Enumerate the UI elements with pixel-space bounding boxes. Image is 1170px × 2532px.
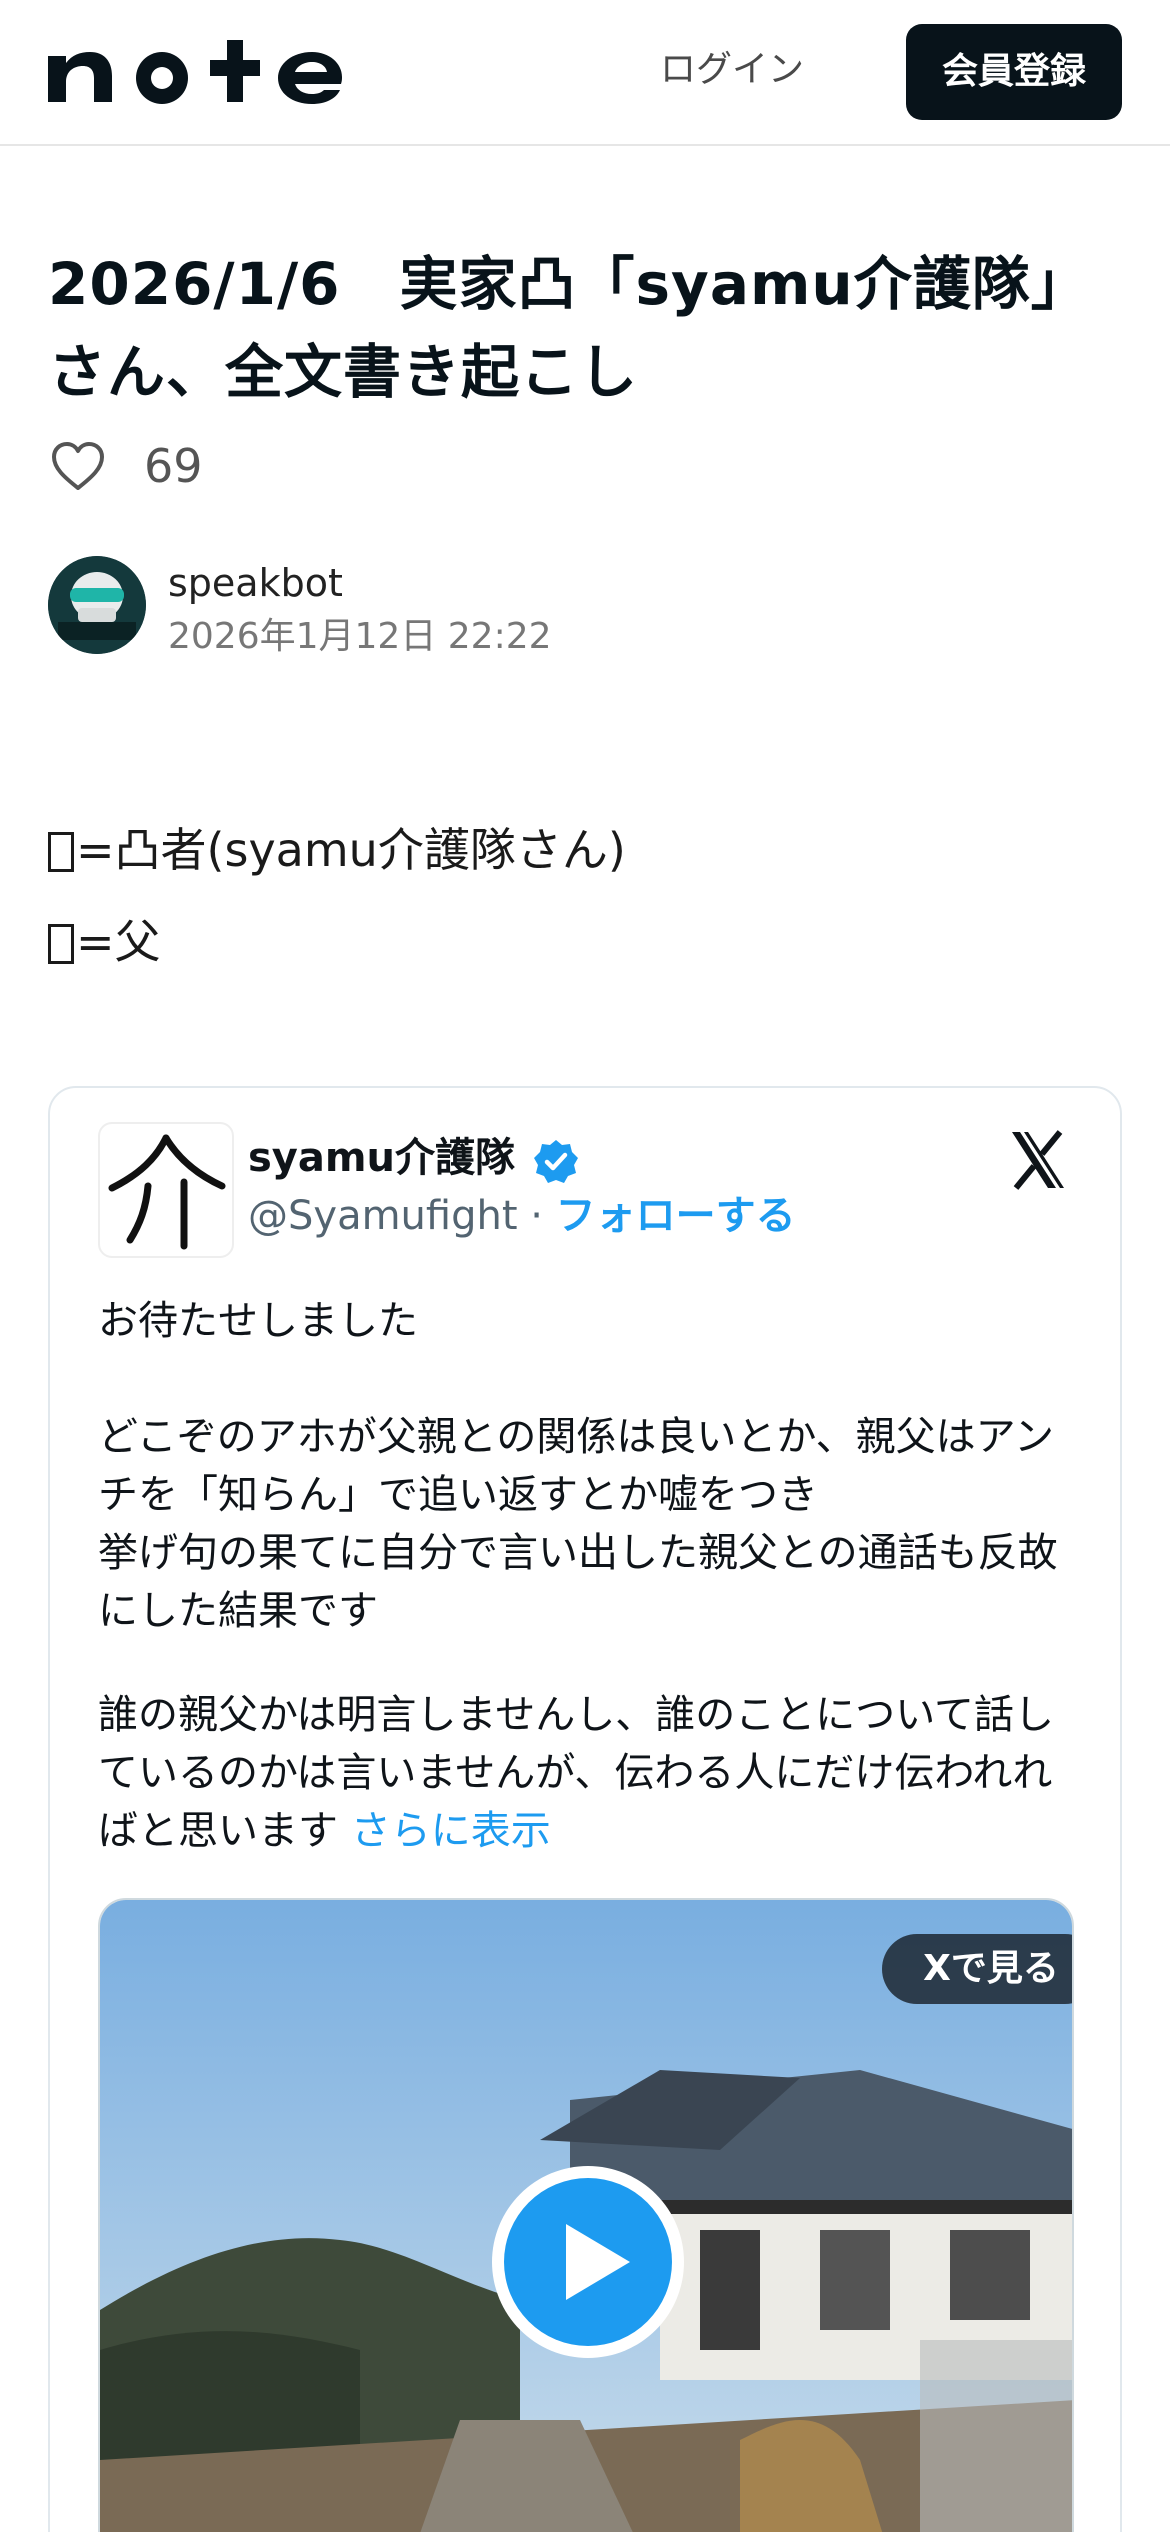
publish-date: 2026年1月12日 22:22 <box>168 616 552 657</box>
tweet-author-name[interactable]: syamu介護隊 <box>248 1130 515 1186</box>
note-logo-icon[interactable] <box>44 36 344 108</box>
author-avatar[interactable] <box>48 556 146 654</box>
view-on-x-button[interactable]: Xで見る <box>882 1934 1072 2004</box>
article-title: 2026/1/6 実家凸「syamu介護隊」さん、全文書き起こし <box>48 250 1090 406</box>
verified-badge-icon <box>534 1140 578 1183</box>
x-logo-icon[interactable] <box>1006 1128 1070 1192</box>
author-name[interactable]: speakbot <box>168 558 343 608</box>
login-link[interactable]: ログイン <box>660 40 804 100</box>
tweet-text: お待たせしました <box>98 1298 418 1344</box>
missing-glyph-icon <box>48 924 74 964</box>
tweet-text: 誰の親父かは明言しませんし、誰のことについて話しているのかは言いませんが、伝わる… <box>98 1692 1054 1854</box>
show-more-link[interactable]: さらに表示 <box>351 1808 551 1854</box>
tweet-handle[interactable]: @Syamufight <box>248 1193 518 1239</box>
tweet-video[interactable]: Xで見る <box>98 1898 1074 2532</box>
tweet-handle-row: @Syamufight · フォローする <box>248 1188 796 1244</box>
body-line: =凸者(syamu介護隊さん) <box>48 820 626 880</box>
follow-link[interactable]: フォローする <box>556 1193 796 1239</box>
signup-button[interactable]: 会員登録 <box>906 24 1122 120</box>
body-line: =父 <box>48 912 161 972</box>
separator: · <box>517 1193 556 1239</box>
tweet-text: 挙げ句の果てに自分で言い出した親父との通話も反故にした結果です <box>98 1530 1058 1634</box>
tweet-text: どこぞのアホが父親との関係は良いとか、親父はアンチを「知らん」で追い返すとか嘘を… <box>98 1414 1054 1518</box>
play-icon[interactable] <box>488 2162 688 2362</box>
site-header: ログイン 会員登録 <box>0 0 1170 146</box>
like-count: 69 <box>144 439 203 493</box>
heart-icon[interactable] <box>50 440 106 492</box>
tweet-avatar[interactable] <box>98 1122 234 1258</box>
missing-glyph-icon <box>48 832 74 872</box>
skull-icon <box>48 556 146 654</box>
kai-kanji-icon <box>108 1134 226 1250</box>
tweet-embed[interactable]: syamu介護隊 @Syamufight · フォローする お待たせしました ど… <box>48 1086 1122 2532</box>
